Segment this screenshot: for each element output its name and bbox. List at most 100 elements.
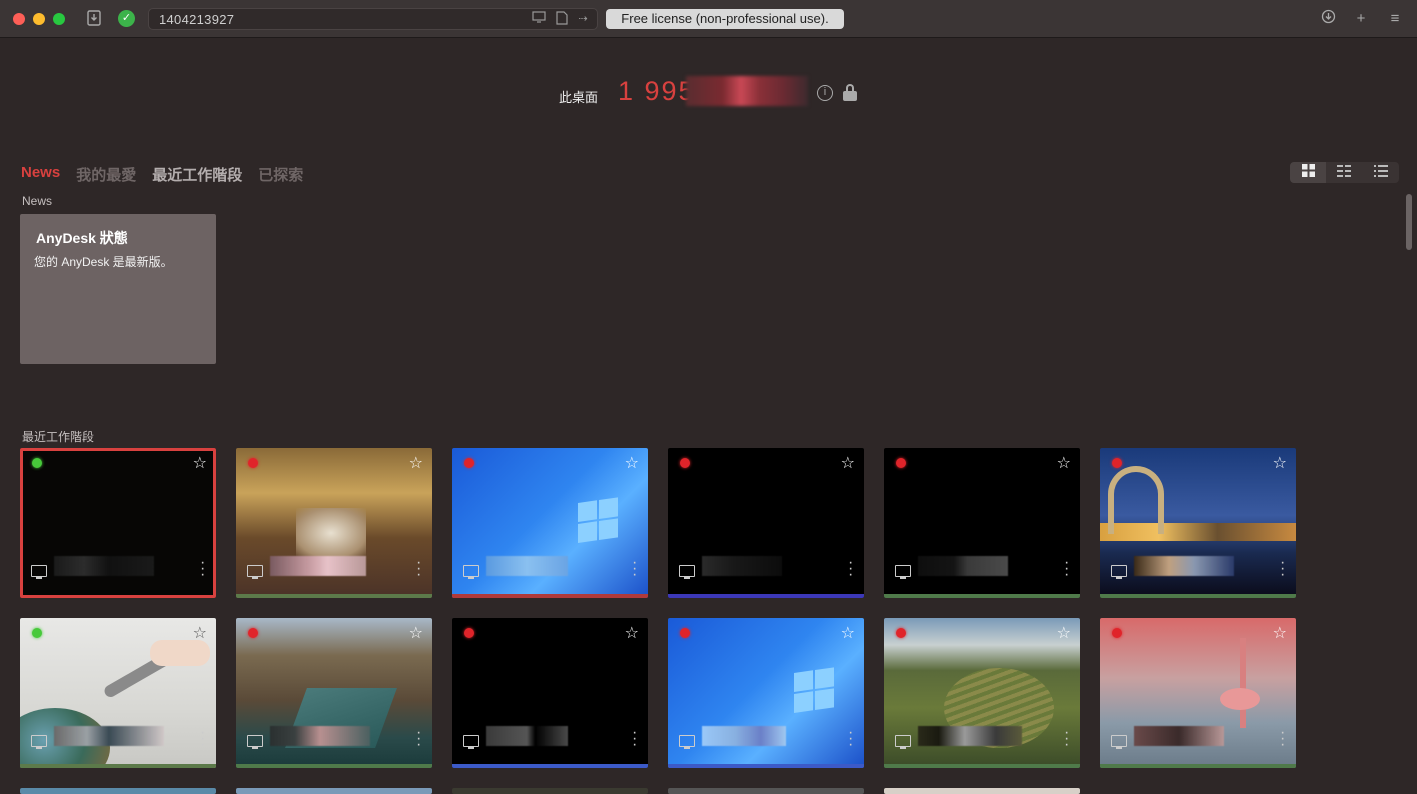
address-input[interactable]: 1404213927 xyxy=(159,12,234,27)
session-thumbnail[interactable]: ☆ · · · xyxy=(1100,618,1296,768)
status-dot xyxy=(680,628,690,638)
detail-view-icon[interactable] xyxy=(1362,162,1399,183)
session-thumbnail[interactable] xyxy=(20,788,216,794)
view-toggle xyxy=(1290,162,1399,183)
redacted-name xyxy=(702,556,782,576)
zoom-window-button[interactable] xyxy=(53,13,65,25)
redacted-name xyxy=(918,556,1008,576)
session-thumbnail[interactable]: ☆ · · · xyxy=(668,448,864,598)
status-dot xyxy=(1112,458,1122,468)
session-thumbnail[interactable]: ☆ · · · xyxy=(884,618,1080,768)
menu-icon[interactable]: ≡ xyxy=(1385,9,1405,29)
monitor-icon xyxy=(247,735,263,749)
monitor-icon xyxy=(1111,565,1127,579)
star-icon[interactable]: ☆ xyxy=(1273,623,1287,643)
close-window-button[interactable] xyxy=(13,13,25,25)
session-thumbnail[interactable]: ☆ · · · xyxy=(884,448,1080,598)
session-thumbnail[interactable] xyxy=(884,788,1080,794)
session-thumbnail[interactable] xyxy=(452,788,648,794)
star-icon[interactable]: ☆ xyxy=(409,623,423,643)
star-icon[interactable]: ☆ xyxy=(193,453,207,473)
kebab-icon[interactable]: · · · xyxy=(1064,555,1069,583)
desk-id: 1 995 xyxy=(618,76,696,106)
tab-discovered[interactable]: 已探索 xyxy=(258,164,303,185)
update-icon[interactable] xyxy=(1318,9,1338,29)
windows-logo-icon xyxy=(794,667,836,715)
status-dot xyxy=(896,458,906,468)
forward-icon[interactable]: ⇢ xyxy=(575,11,591,27)
download-icon[interactable] xyxy=(85,10,103,28)
lock-icon[interactable] xyxy=(843,84,857,102)
check-icon: ✓ xyxy=(118,10,135,27)
plus-icon[interactable]: + xyxy=(1351,9,1371,29)
monitor-icon[interactable] xyxy=(531,11,547,27)
star-icon[interactable]: ☆ xyxy=(409,453,423,473)
monitor-icon xyxy=(679,565,695,579)
session-thumbnail[interactable]: ☆ · · · xyxy=(452,618,648,768)
kebab-icon[interactable]: · · · xyxy=(848,555,853,583)
status-dot xyxy=(248,628,258,638)
status-dot xyxy=(464,628,474,638)
minimize-window-button[interactable] xyxy=(33,13,45,25)
monitor-icon xyxy=(463,735,479,749)
kebab-icon[interactable]: · · · xyxy=(1280,555,1285,583)
address-bar[interactable]: 1404213927 ⇢ xyxy=(148,8,598,30)
kebab-icon[interactable]: · · · xyxy=(632,725,637,753)
session-thumbnail[interactable] xyxy=(668,788,864,794)
kebab-icon[interactable]: · · · xyxy=(200,555,205,583)
kebab-icon[interactable]: · · · xyxy=(416,725,421,753)
star-icon[interactable]: ☆ xyxy=(193,623,207,643)
star-icon[interactable]: ☆ xyxy=(625,623,639,643)
monitor-icon xyxy=(895,735,911,749)
status-dot xyxy=(1112,628,1122,638)
status-dot xyxy=(680,458,690,468)
status-dot xyxy=(248,458,258,468)
windows-logo-icon xyxy=(578,497,620,545)
tab-recent-sessions[interactable]: 最近工作階段 xyxy=(152,164,242,185)
redacted-name xyxy=(270,556,366,576)
monitor-icon xyxy=(679,735,695,749)
list-view-icon[interactable] xyxy=(1326,162,1363,183)
info-icon[interactable]: i xyxy=(817,85,833,101)
title-bar: ✓ 1404213927 ⇢ Free license (non-profess… xyxy=(0,0,1417,38)
monitor-icon xyxy=(463,565,479,579)
monitor-icon xyxy=(247,565,263,579)
redacted-name xyxy=(1134,556,1234,576)
kebab-icon[interactable]: · · · xyxy=(1064,725,1069,753)
kebab-icon[interactable]: · · · xyxy=(200,725,205,753)
session-thumbnail[interactable]: ☆ · · · xyxy=(236,448,432,598)
star-icon[interactable]: ☆ xyxy=(1057,453,1071,473)
status-dot xyxy=(464,458,474,468)
star-icon[interactable]: ☆ xyxy=(1273,453,1287,473)
star-icon[interactable]: ☆ xyxy=(625,453,639,473)
tab-favorites[interactable]: 我的最愛 xyxy=(76,164,136,185)
redacted-id xyxy=(686,76,808,106)
redacted-name xyxy=(54,726,164,746)
recent-section-label: 最近工作階段 xyxy=(22,430,95,444)
scrollbar[interactable] xyxy=(1406,194,1412,250)
star-icon[interactable]: ☆ xyxy=(1057,623,1071,643)
session-thumbnail[interactable]: ☆ · · · xyxy=(20,448,216,598)
monitor-icon xyxy=(895,565,911,579)
session-thumbnail[interactable]: ☆ · · · xyxy=(20,618,216,768)
session-thumbnail[interactable]: ☆ · · · xyxy=(668,618,864,768)
news-card-body: 您的 AnyDesk 是最新版。 xyxy=(34,255,173,269)
kebab-icon[interactable]: · · · xyxy=(848,725,853,753)
kebab-icon[interactable]: · · · xyxy=(632,555,637,583)
session-thumbnail[interactable]: ☆ · · · xyxy=(236,618,432,768)
session-thumbnail[interactable] xyxy=(236,788,432,794)
file-icon[interactable] xyxy=(554,11,570,27)
tab-news[interactable]: News xyxy=(21,164,60,185)
redacted-name xyxy=(1134,726,1224,746)
this-desk-label: 此桌面 xyxy=(559,90,599,105)
grid-view-icon[interactable] xyxy=(1290,162,1327,183)
star-icon[interactable]: ☆ xyxy=(841,623,855,643)
kebab-icon[interactable]: · · · xyxy=(416,555,421,583)
star-icon[interactable]: ☆ xyxy=(841,453,855,473)
redacted-name xyxy=(486,726,568,746)
news-card[interactable]: AnyDesk 狀態 您的 AnyDesk 是最新版。 xyxy=(20,214,216,364)
license-badge[interactable]: Free license (non-professional use). xyxy=(606,9,844,29)
session-thumbnail[interactable]: ☆ · · · xyxy=(452,448,648,598)
session-thumbnail[interactable]: ☆ · · · xyxy=(1100,448,1296,598)
kebab-icon[interactable]: · · · xyxy=(1280,725,1285,753)
